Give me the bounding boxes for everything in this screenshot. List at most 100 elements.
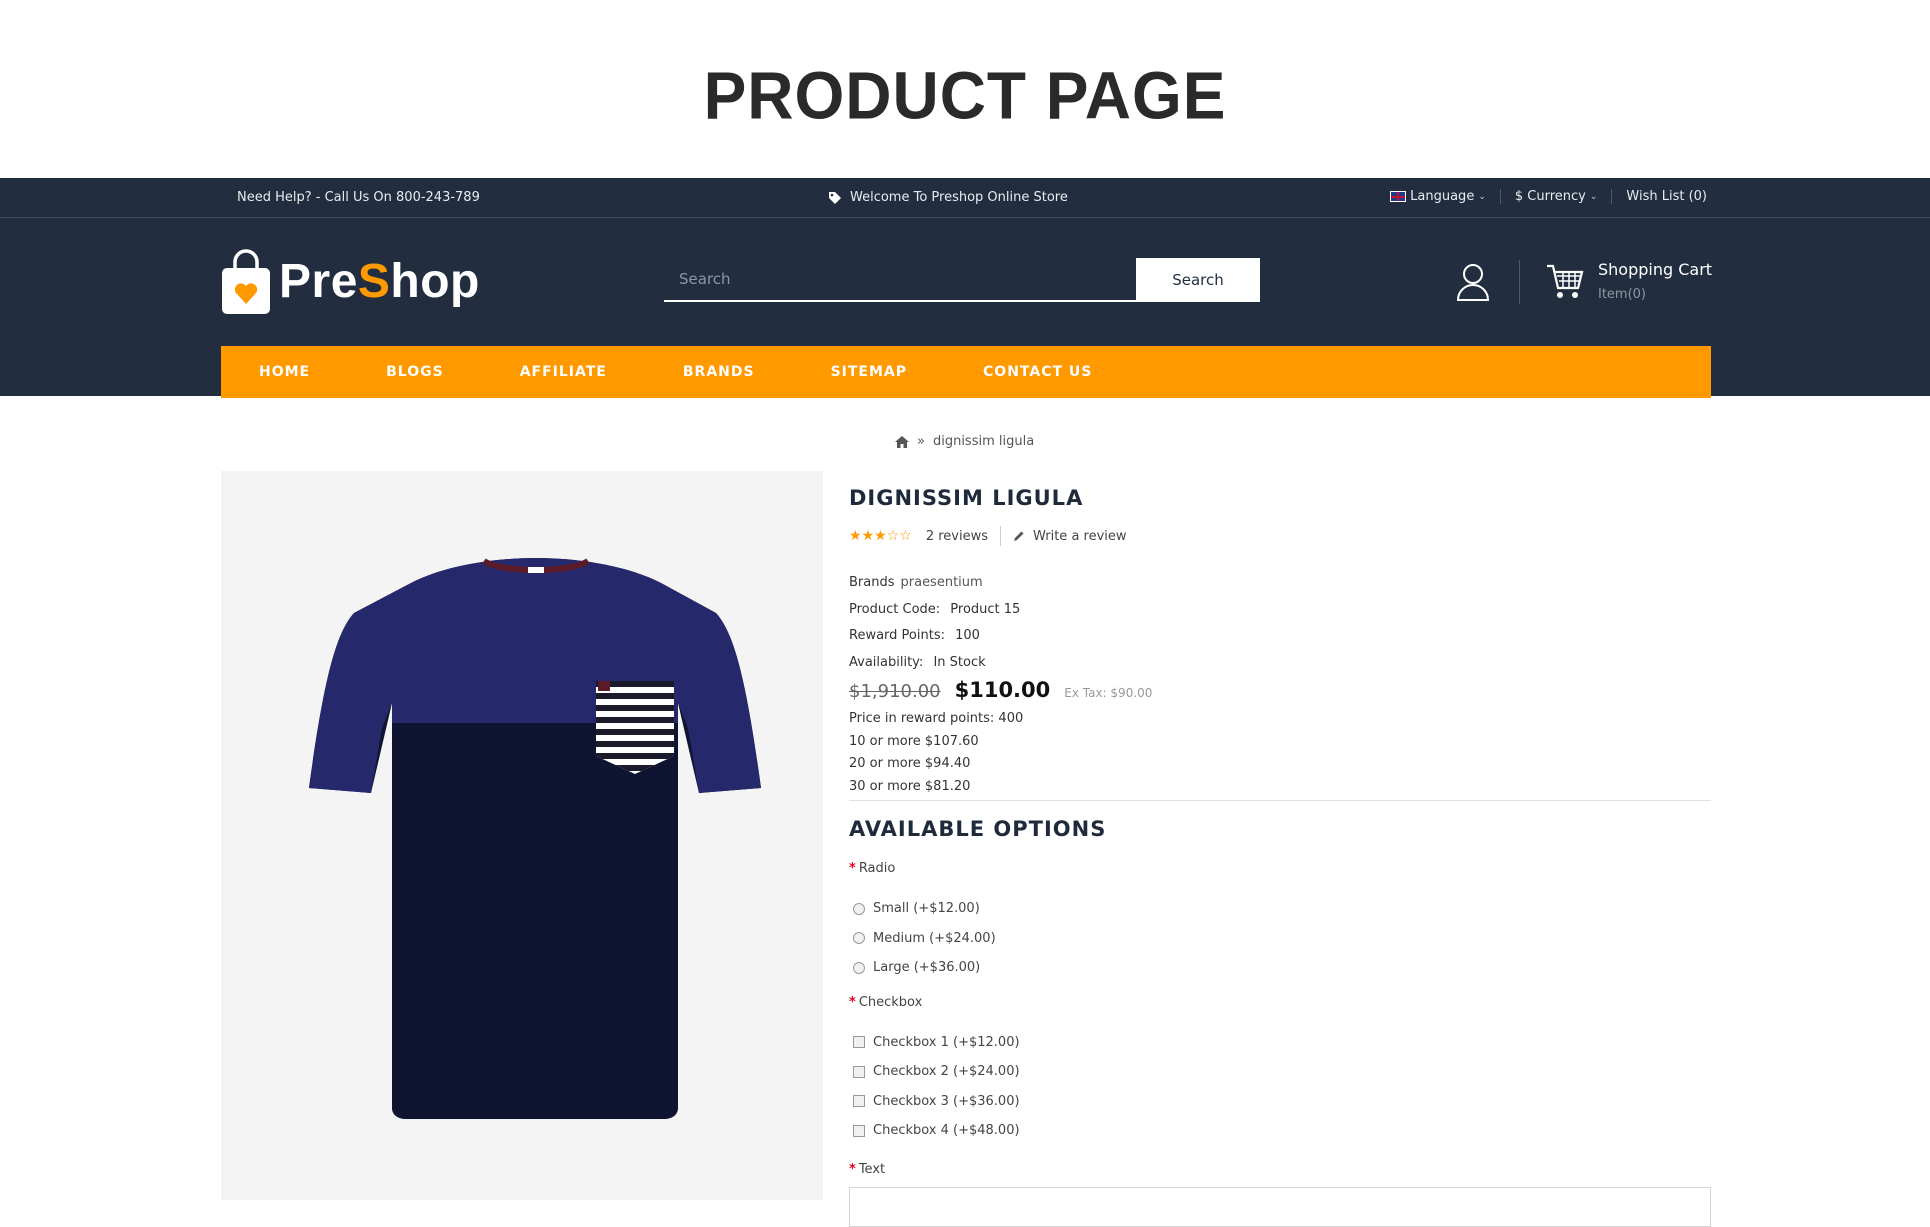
radio-field-label: * Radio [849,861,896,876]
product-title: DIGNISSIM LIGULA [849,486,1084,510]
brand-row: Brands praesentium [849,570,1711,597]
rating-row: ★★★☆☆ 2 reviews Write a review [849,526,1711,546]
radio-button[interactable] [853,932,865,945]
star-empty-icon: ☆ [886,528,900,544]
nav-sitemap[interactable]: SITEMAP [831,364,907,380]
availability-label: Availability: [849,654,924,670]
main-nav: HOME BLOGS AFFILIATE BRANDS SITEMAP CONT… [221,346,1711,398]
points-row: Reward Points: 100 [849,623,1711,650]
radio-option-medium[interactable]: Medium (+$24.00) [849,924,1711,954]
checkbox[interactable] [853,1065,865,1078]
brand-label: Brands [849,575,895,590]
currency-label: $ Currency [1514,189,1586,204]
current-price: $110.00 [954,678,1051,702]
points-value: 100 [955,628,980,643]
product-meta: Brands praesentium Product Code: Product … [849,570,1711,676]
write-review-link[interactable]: Write a review [1033,529,1127,544]
points-label: Reward Points: [849,628,945,643]
topbar-links: Language ⌄ $ Currency ⌄ Wish List (0) [1376,189,1707,204]
nav-contact-us[interactable]: CONTACT US [983,364,1092,380]
required-mark: * [849,994,856,1010]
old-price: $1,910.00 [849,681,941,702]
cart-count: Item(0) [1598,287,1647,302]
logo[interactable]: PreShop [221,248,480,314]
search-bar: Search [664,258,1260,302]
price-details: Price in reward points: 400 10 or more $… [849,708,1711,798]
user-account-icon[interactable] [1455,262,1491,302]
hero-banner: PRODUCT PAGE [0,0,1930,178]
language-label: Language [1410,189,1475,204]
nav-brands[interactable]: BRANDS [683,364,755,380]
nav-blogs[interactable]: BLOGS [386,364,444,380]
breadcrumb-current[interactable]: dignissim ligula [933,434,1034,449]
shopping-cart-icon[interactable] [1545,262,1585,300]
main-header: PreShop Search Shopping Cart Item(0) HOM… [0,218,1930,398]
checkbox-option-3[interactable]: Checkbox 3 (+$36.00) [849,1087,1711,1117]
rating-divider [999,526,1001,546]
nav-affiliate[interactable]: AFFILIATE [520,364,607,380]
radio-option-large[interactable]: Large (+$36.00) [849,953,1711,983]
logo-text: PreShop [279,254,480,308]
code-row: Product Code: Product 15 [849,597,1711,624]
help-text: Need Help? - Call Us On 800-243-789 [237,190,480,205]
radio-button[interactable] [853,902,865,915]
chevron-down-icon: ⌄ [1478,191,1486,202]
cart-title: Shopping Cart [1598,260,1713,279]
brand-link[interactable]: praesentium [901,575,983,590]
checkbox-option-2[interactable]: Checkbox 2 (+$24.00) [849,1057,1711,1087]
discount-tier: 20 or more $94.40 [849,756,971,771]
section-divider [849,800,1711,801]
nav-home[interactable]: HOME [259,364,310,380]
currency-dropdown[interactable]: $ Currency ⌄ [1501,189,1613,204]
checkbox-options: Checkbox 1 (+$12.00) Checkbox 2 (+$24.00… [849,1028,1711,1146]
star-empty-icon: ☆ [899,528,912,544]
star-filled-icon: ★ [874,528,887,544]
checkbox[interactable] [853,1036,865,1049]
availability-row: Availability: In Stock [849,650,1711,677]
language-dropdown[interactable]: Language ⌄ [1376,189,1501,204]
home-icon[interactable] [895,435,909,448]
checkbox-option-1[interactable]: Checkbox 1 (+$12.00) [849,1028,1711,1058]
required-mark: * [849,861,856,876]
breadcrumb-separator: » [917,434,925,449]
welcome-text: Welcome To Preshop Online Store [850,190,1068,205]
discount-tier: 10 or more $107.60 [849,733,979,749]
reward-points-price: Price in reward points: 400 [849,711,1024,726]
star-filled-icon: ★ [861,528,875,544]
discount-tier: 30 or more $81.20 [849,778,971,794]
checkbox-option-4[interactable]: Checkbox 4 (+$48.00) [849,1116,1711,1146]
welcome-message: Welcome To Preshop Online Store [828,190,1068,205]
pencil-icon [1013,531,1024,541]
reviews-link[interactable]: 2 reviews [926,529,988,544]
cart-summary[interactable]: Shopping Cart Item(0) [1598,260,1712,302]
checkbox[interactable] [853,1124,865,1137]
radio-options: Small (+$12.00) Medium (+$24.00) Large (… [849,894,1711,983]
checkbox[interactable] [853,1095,865,1108]
wishlist-link[interactable]: Wish List (0) [1612,189,1707,204]
code-label: Product Code: [849,601,941,617]
availability-value: In Stock [933,654,986,670]
options-title: AVAILABLE OPTIONS [849,817,1107,841]
text-option-input[interactable] [849,1186,1711,1227]
shopping-bag-logo-icon [222,249,270,314]
page-title: PRODUCT PAGE [703,57,1227,134]
search-button[interactable]: Search [1136,258,1260,302]
wishlist-label: Wish List (0) [1626,189,1707,204]
breadcrumb: » dignissim ligula [895,434,1034,449]
star-rating: ★★★☆☆ [849,528,912,544]
required-mark: * [849,1161,856,1177]
header-divider [1519,260,1520,304]
text-field-label: * Text [849,1161,886,1177]
tag-icon [829,191,841,204]
search-input[interactable] [664,258,1136,302]
chevron-down-icon: ⌄ [1589,191,1598,202]
ex-tax-price: Ex Tax: $90.00 [1064,686,1153,700]
star-filled-icon: ★ [849,528,862,544]
price-row: $1,910.00 $110.00 Ex Tax: $90.00 [849,678,1711,702]
radio-button[interactable] [853,961,865,974]
product-image[interactable] [221,471,823,1200]
radio-option-small[interactable]: Small (+$12.00) [849,894,1711,924]
checkbox-field-label: * Checkbox [849,994,923,1010]
uk-flag-icon [1390,191,1407,202]
code-value: Product 15 [950,601,1021,617]
